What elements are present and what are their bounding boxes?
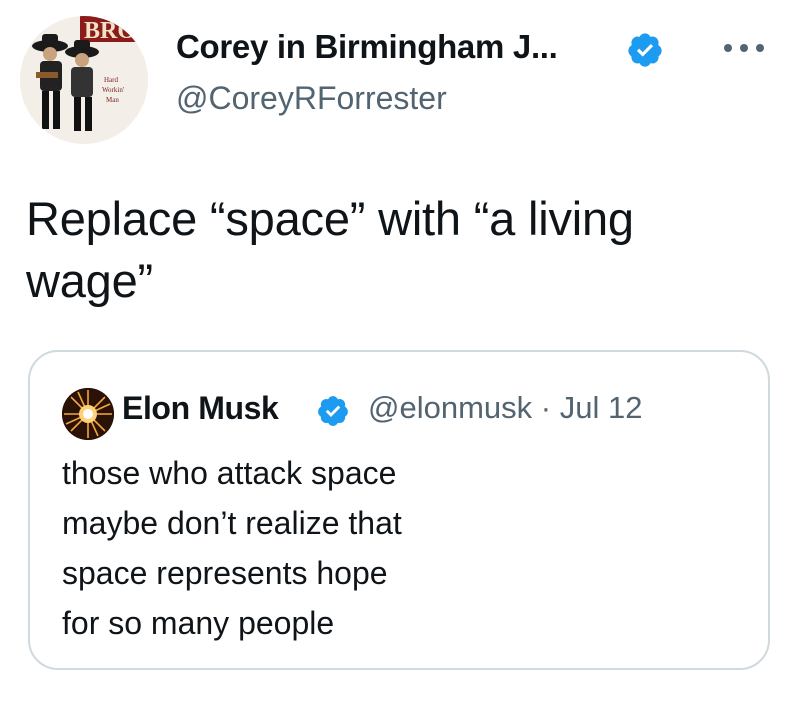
quoted-tweet-meta: @elonmusk · Jul 12 — [368, 390, 642, 426]
quoted-tweet-text: those who attack space maybe don’t reali… — [62, 448, 742, 648]
svg-text:Hard: Hard — [104, 76, 118, 84]
quoted-text-line: those who attack space — [62, 455, 397, 491]
svg-text:BRO: BRO — [84, 18, 136, 44]
quoted-text-line: space represents hope — [62, 555, 388, 591]
ellipsis-icon — [724, 44, 732, 52]
verified-badge-icon — [628, 33, 662, 67]
ellipsis-icon — [756, 44, 764, 52]
author-handle[interactable]: @CoreyRForrester — [176, 80, 447, 117]
quoted-author-name[interactable]: Elon Musk — [122, 390, 279, 427]
meta-separator: · — [540, 390, 560, 425]
quoted-author-avatar[interactable] — [62, 388, 114, 440]
more-options-button[interactable] — [724, 40, 772, 56]
ellipsis-icon — [740, 44, 748, 52]
author-avatar[interactable]: BRO Hard Workin' Man — [20, 16, 148, 144]
svg-text:Workin': Workin' — [102, 86, 124, 94]
svg-text:Man: Man — [106, 96, 119, 104]
quoted-text-line: maybe don’t realize that — [62, 505, 402, 541]
quoted-text-line: for so many people — [62, 605, 335, 641]
quoted-tweet-card[interactable]: Elon Musk @elonmusk · Jul 12 those who a… — [28, 350, 770, 670]
verified-badge-icon — [318, 396, 348, 426]
quoted-author-handle[interactable]: @elonmusk — [368, 390, 532, 425]
quoted-tweet-date[interactable]: Jul 12 — [560, 390, 643, 425]
tweet-text: Replace “space” with “a living wage” — [26, 192, 634, 307]
author-name[interactable]: Corey in Birmingham J... — [176, 28, 558, 66]
